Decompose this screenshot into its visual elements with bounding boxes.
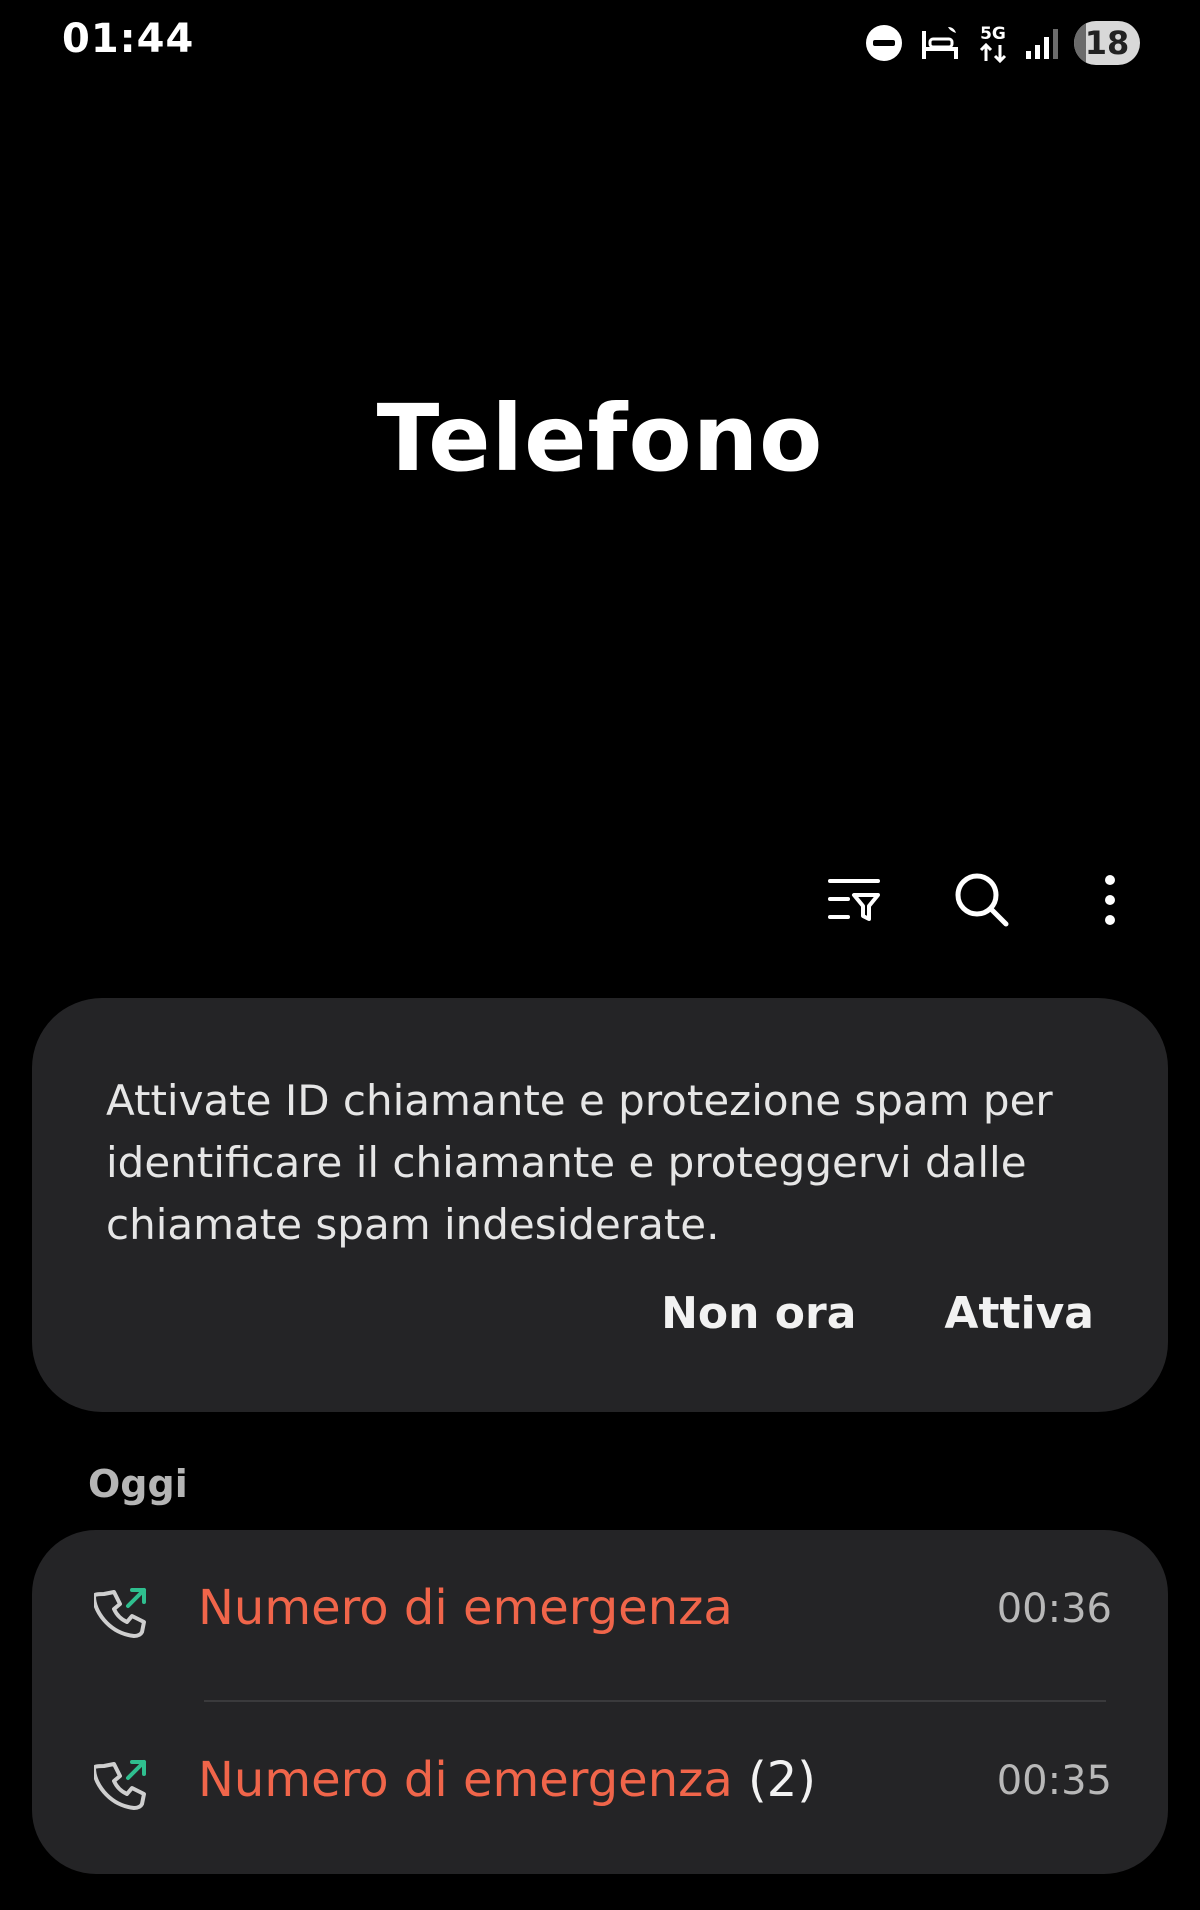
signal-icon xyxy=(1024,25,1060,61)
toolbar xyxy=(814,860,1150,940)
more-options-button[interactable] xyxy=(1070,860,1150,940)
spam-protection-message: Attivate ID chiamante e protezione spam … xyxy=(106,1076,1053,1249)
filter-icon xyxy=(828,879,880,921)
status-icons: 5G 18 xyxy=(864,18,1140,68)
network-label: 5G xyxy=(980,24,1006,44)
contact-name: Numero di emergenza xyxy=(198,1580,733,1636)
outgoing-call-icon xyxy=(94,1588,146,1638)
status-bar: 01:44 5G 18 xyxy=(0,0,1200,90)
call-time: 00:35 xyxy=(996,1758,1112,1804)
call-count: (2) xyxy=(748,1752,816,1808)
search-icon xyxy=(955,873,1009,927)
page-title: Telefono xyxy=(376,385,824,492)
status-time: 01:44 xyxy=(62,16,195,62)
outgoing-call-icon xyxy=(94,1760,146,1810)
5g-data-icon: 5G xyxy=(976,21,1010,65)
call-log-list: Numero di emergenza 00:36 Numero di emer… xyxy=(32,1530,1168,1874)
not-now-button[interactable]: Non ora xyxy=(661,1288,856,1339)
sleep-mode-icon xyxy=(918,23,962,63)
search-button[interactable] xyxy=(942,860,1022,940)
filter-button[interactable] xyxy=(814,860,894,940)
battery-label: 18 xyxy=(1084,24,1130,62)
spam-card-actions: Non ora Attiva xyxy=(661,1288,1094,1339)
more-options-icon xyxy=(1105,875,1115,925)
call-time: 00:36 xyxy=(996,1586,1112,1632)
call-name: Numero di emergenza (2) xyxy=(198,1752,816,1808)
battery-icon: 18 xyxy=(1074,21,1140,65)
activate-button[interactable]: Attiva xyxy=(944,1288,1094,1339)
contact-name: Numero di emergenza xyxy=(198,1752,733,1808)
spam-protection-card: Attivate ID chiamante e protezione spam … xyxy=(32,998,1168,1412)
call-log-item[interactable]: Numero di emergenza 00:36 xyxy=(32,1530,1168,1702)
section-header-today: Oggi xyxy=(88,1462,188,1506)
do-not-disturb-icon xyxy=(864,23,904,63)
call-name: Numero di emergenza xyxy=(198,1580,733,1636)
call-log-item[interactable]: Numero di emergenza (2) 00:35 xyxy=(32,1702,1168,1874)
